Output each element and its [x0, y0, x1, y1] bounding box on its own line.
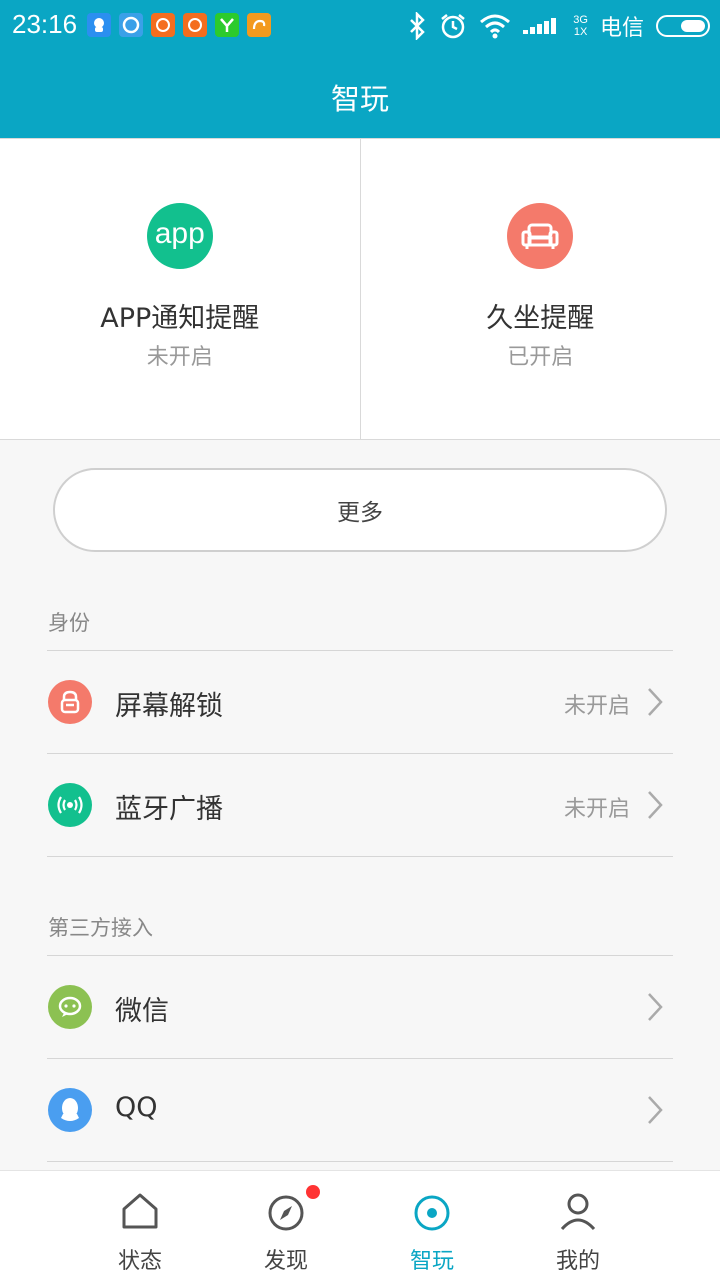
- browser-icon: [119, 13, 143, 37]
- notification-badge: [306, 1185, 320, 1199]
- network-type-top: 3G: [573, 14, 588, 26]
- nav-label: 状态: [117, 1249, 162, 1274]
- battery-icon: [656, 15, 710, 37]
- network-type: 3G 1X: [573, 14, 588, 38]
- person-icon: [560, 1193, 596, 1231]
- list-item-qq[interactable]: QQ: [47, 1059, 673, 1161]
- more-button[interactable]: 更多: [53, 468, 667, 552]
- network-type-bottom: 1X: [573, 26, 588, 38]
- nav-label: 发现: [263, 1249, 308, 1274]
- carrier-label: 电信: [599, 16, 644, 41]
- signal-icon: [523, 18, 557, 34]
- page-title: 智玩: [330, 82, 389, 116]
- list-item-screen-unlock[interactable]: 屏幕解锁 未开启: [47, 651, 673, 753]
- card-status: 已开启: [507, 345, 574, 370]
- mi-app-icon-2: [183, 13, 207, 37]
- divider: [47, 856, 673, 857]
- chevron-right-icon: [648, 993, 663, 1021]
- card-title: APP通知提醒: [100, 303, 260, 334]
- list-item-label: QQ: [115, 1092, 158, 1123]
- divider: [47, 1161, 673, 1162]
- section-header-identity: 身份: [48, 611, 90, 635]
- nav-item-discover[interactable]: 发现: [226, 1171, 346, 1280]
- yixin-icon: [215, 13, 239, 37]
- qq-icon: [48, 1088, 92, 1132]
- list-item-status: 未开启: [563, 797, 630, 822]
- list-item-wechat[interactable]: 微信: [47, 956, 673, 1058]
- nav-label: 智玩: [409, 1249, 454, 1274]
- status-bar: 23:16 3G 1X 电信: [0, 0, 720, 50]
- status-time: 23:16: [12, 9, 78, 39]
- bottom-nav: 状态 发现 智玩 我的: [0, 1170, 720, 1280]
- card-title: 久坐提醒: [486, 303, 595, 334]
- section-header-third-party: 第三方接入: [48, 916, 153, 940]
- status-right-group: 3G 1X 电信: [407, 10, 710, 42]
- wechat-icon: [48, 985, 92, 1029]
- chevron-right-icon: [648, 791, 663, 819]
- wifi-icon: [480, 14, 511, 39]
- list-item-label: 蓝牙广播: [115, 794, 223, 825]
- list-item-status: 未开启: [563, 694, 630, 719]
- chevron-right-icon: [648, 1096, 663, 1124]
- lock-icon: [48, 680, 92, 724]
- mi-app-icon: [151, 13, 175, 37]
- nav-item-smart-play[interactable]: 智玩: [372, 1171, 492, 1280]
- feature-cards: app APP通知提醒 未开启 久坐提醒 已开启: [0, 138, 720, 440]
- card-app-notification[interactable]: app APP通知提醒 未开启: [0, 139, 360, 439]
- target-icon: [414, 1195, 450, 1231]
- card-sedentary-reminder[interactable]: 久坐提醒 已开启: [359, 139, 720, 439]
- app-icon: app: [146, 203, 213, 269]
- app-icon-text: app: [154, 217, 205, 250]
- nav-item-status[interactable]: 状态: [80, 1171, 200, 1280]
- nav-label: 我的: [555, 1249, 600, 1274]
- bluetooth-icon: [410, 12, 426, 40]
- compass-icon: [268, 1195, 304, 1231]
- list-item-bluetooth-broadcast[interactable]: 蓝牙广播 未开启: [47, 754, 673, 856]
- alarm-icon: [441, 14, 466, 39]
- sofa-icon: [507, 203, 574, 269]
- list-item-label: 屏幕解锁: [115, 691, 223, 722]
- broadcast-icon: [48, 783, 92, 827]
- uc-browser-icon: [247, 13, 271, 37]
- list-item-label: 微信: [115, 996, 169, 1027]
- notification-icons: [87, 13, 271, 37]
- card-status: 未开启: [146, 345, 213, 370]
- chevron-right-icon: [648, 688, 663, 716]
- nav-item-mine[interactable]: 我的: [518, 1171, 638, 1280]
- qq-notify-icon: [87, 13, 111, 37]
- home-icon: [122, 1193, 158, 1229]
- title-bar: 智玩: [0, 50, 720, 138]
